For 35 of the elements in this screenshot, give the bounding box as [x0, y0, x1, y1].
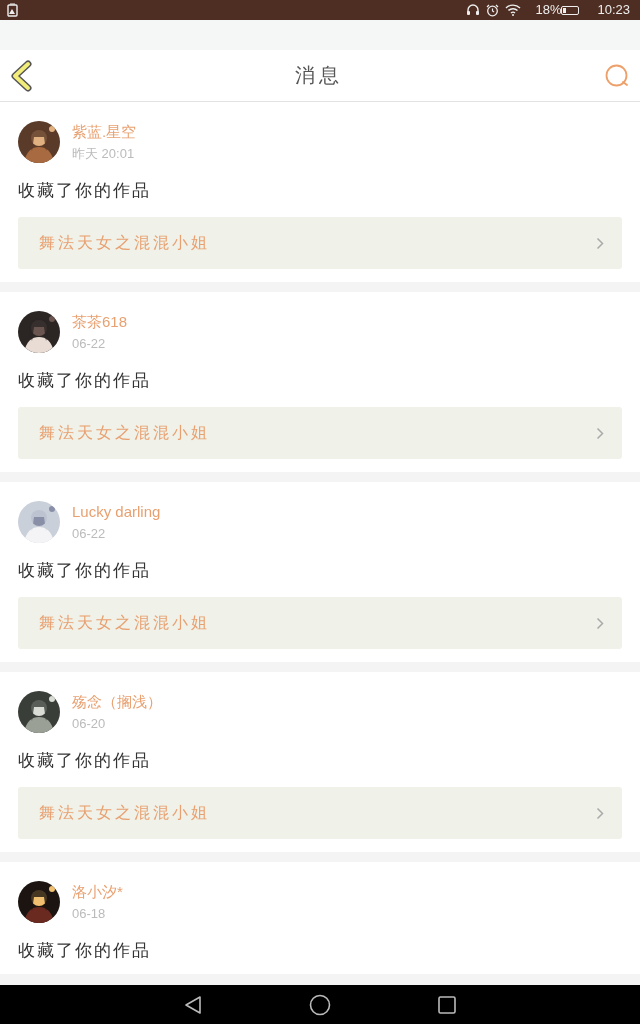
work-link[interactable]: 舞法天女之混混小姐: [18, 407, 622, 459]
message-time: 06-22: [72, 334, 107, 352]
message-time: 06-22: [72, 524, 107, 542]
work-link[interactable]: 舞法天女之混混小姐: [18, 597, 622, 649]
message-text: 收藏了你的作品: [18, 559, 152, 581]
work-link[interactable]: 舞法天女之混混小姐: [18, 787, 622, 839]
chevron-right-icon: [596, 426, 604, 440]
user-name[interactable]: 茶茶618: [72, 312, 128, 331]
user-name[interactable]: 紫蓝.星空: [72, 122, 137, 141]
message-time: 06-18: [72, 904, 107, 922]
notification-icon: [6, 3, 20, 17]
headphones-icon: [466, 4, 481, 16]
user-name[interactable]: 殇念（搁浅）: [72, 692, 162, 711]
message-text: 收藏了你的作品: [18, 179, 152, 201]
chevron-right-icon: [596, 806, 604, 820]
battery-percent: 18%: [535, 3, 562, 17]
user-name[interactable]: 洛小汐*: [72, 882, 123, 901]
message-text: 收藏了你的作品: [18, 939, 152, 961]
message-text: 收藏了你的作品: [18, 369, 152, 391]
message-text: 收藏了你的作品: [18, 749, 152, 771]
message-time: 昨天 20:01: [72, 144, 136, 162]
battery-icon: [561, 5, 580, 15]
back-button[interactable]: [10, 59, 34, 92]
chevron-right-icon: [596, 616, 604, 630]
user-name[interactable]: Lucky darling: [72, 502, 161, 521]
message-time: 06-20: [72, 714, 107, 732]
chevron-right-icon: [596, 236, 604, 250]
work-link[interactable]: 舞法天女之混混小姐: [18, 217, 622, 269]
home-nav-button[interactable]: [309, 993, 331, 1016]
wifi-icon: [505, 4, 522, 16]
page-title: 消息: [295, 62, 343, 89]
recents-nav-button[interactable]: [438, 995, 457, 1014]
clock-time: 10:23: [597, 3, 630, 17]
back-nav-button[interactable]: [183, 994, 202, 1015]
alarm-icon: [486, 3, 500, 17]
